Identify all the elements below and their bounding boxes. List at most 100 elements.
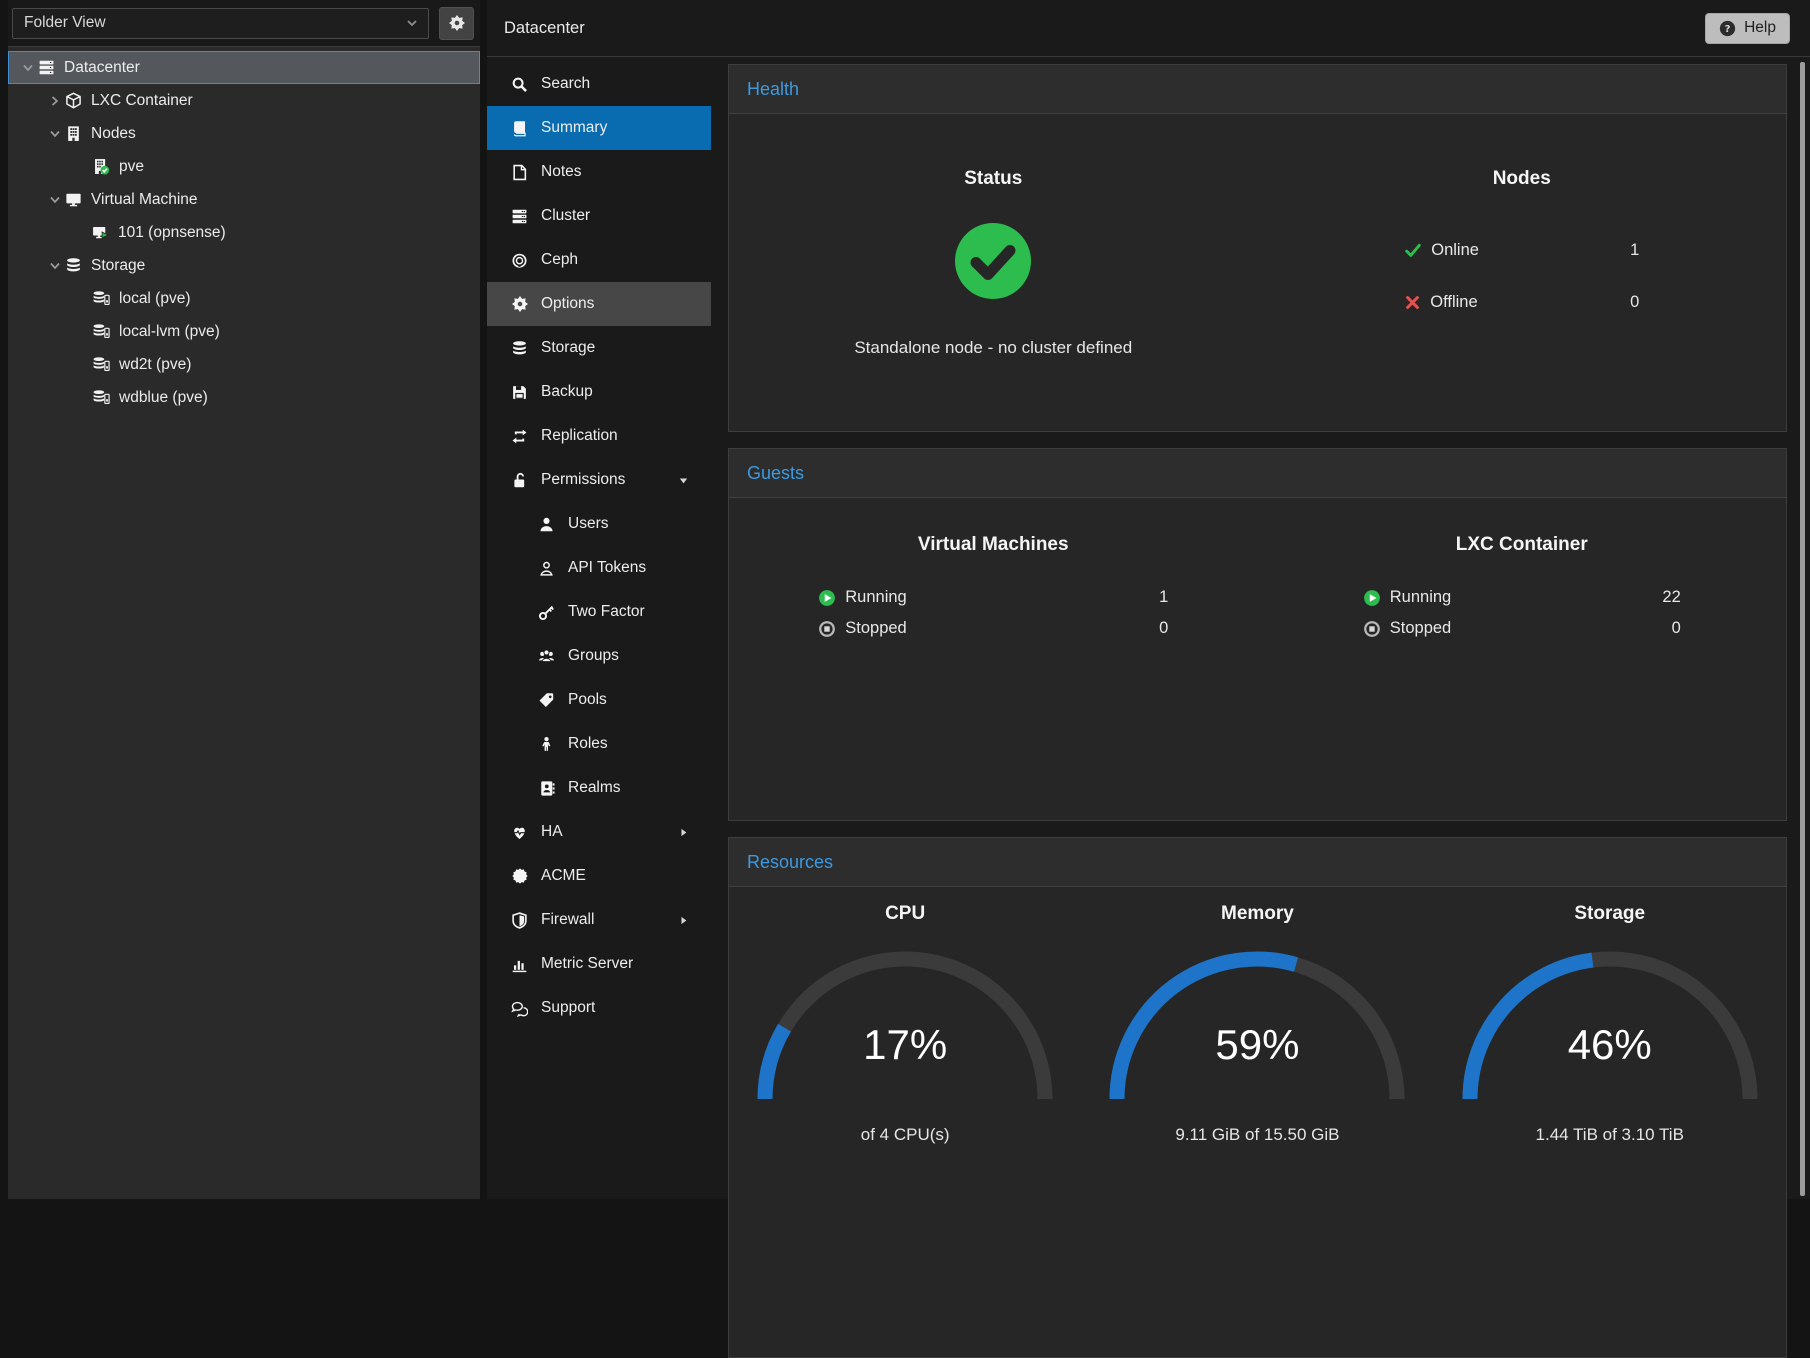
database-drive-icon [92, 290, 110, 307]
tree-item-wdblue-pve[interactable]: wdblue (pve) [8, 381, 480, 414]
nodes-heading: Nodes [1493, 168, 1551, 190]
floppy-icon [510, 384, 529, 401]
cluster-status-column: Status Standalone node - no cluster defi… [729, 114, 1258, 431]
tree-item-label: LXC Container [91, 92, 193, 110]
node-status-count: 0 [1630, 293, 1639, 312]
node-status-row: Online1 [1404, 224, 1639, 276]
key-icon [537, 604, 556, 621]
heartbeat-icon [510, 824, 529, 841]
tree-item-wd2t-pve[interactable]: wd2t (pve) [8, 348, 480, 381]
building-check-icon [92, 158, 110, 175]
guest-status-label: Stopped [845, 619, 1159, 638]
tree-item-virtual-machine[interactable]: Virtual Machine [8, 183, 480, 216]
nav-item-label: Notes [541, 163, 582, 181]
nav-item-groups[interactable]: Groups [487, 634, 711, 678]
monitor-play-icon [92, 224, 109, 241]
nav-item-summary[interactable]: Summary [487, 106, 711, 150]
tree-item-storage[interactable]: Storage [8, 249, 480, 282]
nav-item-label: Backup [541, 383, 593, 401]
guest-status-label: Running [1390, 588, 1663, 607]
nav-item-pools[interactable]: Pools [487, 678, 711, 722]
tree-item-label: pve [119, 158, 144, 176]
nav-item-support[interactable]: Support [487, 986, 711, 1030]
summary-content: Health Status Standalone node - no clust… [711, 58, 1810, 1199]
nav-item-search[interactable]: Search [487, 62, 711, 106]
gauge-heading: CPU [885, 903, 925, 925]
tree-item-local-pve[interactable]: local (pve) [8, 282, 480, 315]
tree-item-nodes[interactable]: Nodes [8, 117, 480, 150]
node-status-row: Offline0 [1404, 276, 1639, 328]
gear-icon [449, 15, 465, 31]
note-icon [510, 164, 529, 181]
guest-column-virtual-machines: Virtual Machines Running1Stopped0 [729, 498, 1258, 820]
play-circle-icon [1363, 589, 1381, 607]
guest-status-list: Running1Stopped0 [818, 582, 1168, 644]
nav-item-realms[interactable]: Realms [487, 766, 711, 810]
nav-item-ha[interactable]: HA [487, 810, 711, 854]
guest-column-heading: Virtual Machines [918, 534, 1069, 556]
gauge-heading: Memory [1221, 903, 1294, 925]
nav-item-two-factor[interactable]: Two Factor [487, 590, 711, 634]
guest-status-row: Stopped0 [1363, 613, 1681, 644]
chevron-right-icon[interactable] [45, 93, 65, 109]
person-icon [537, 736, 556, 753]
chevron-down-icon[interactable] [18, 60, 38, 76]
nav-item-label: Roles [568, 735, 608, 753]
tree-item-pve[interactable]: pve [8, 150, 480, 183]
stop-circle-icon [818, 620, 836, 638]
nav-item-storage[interactable]: Storage [487, 326, 711, 370]
user-outline-icon [537, 560, 556, 577]
tree-item-datacenter[interactable]: Datacenter [8, 51, 480, 84]
guest-status-count: 0 [1672, 619, 1681, 638]
view-mode-select[interactable]: Folder View [12, 8, 429, 39]
nav-item-label: HA [541, 823, 563, 841]
tree-item-101-opnsense[interactable]: 101 (opnsense) [8, 216, 480, 249]
gauge-detail-text: 1.44 TiB of 3.10 TiB [1536, 1125, 1684, 1145]
chevron-down-icon[interactable] [45, 258, 65, 274]
nav-item-replication[interactable]: Replication [487, 414, 711, 458]
chevron-down-icon[interactable] [45, 126, 65, 142]
resource-tree: Datacenter LXC Container Nodes pve Virtual M… [8, 46, 480, 1199]
tag-icon [537, 692, 556, 709]
database-drive-icon [92, 389, 110, 406]
guests-panel-title: Guests [747, 463, 804, 484]
nav-item-label: Replication [541, 427, 618, 445]
tree-item-label: local-lvm (pve) [119, 323, 220, 341]
nav-item-backup[interactable]: Backup [487, 370, 711, 414]
nav-item-roles[interactable]: Roles [487, 722, 711, 766]
nav-item-permissions[interactable]: Permissions [487, 458, 711, 502]
nav-item-label: Ceph [541, 251, 578, 269]
nav-item-ceph[interactable]: Ceph [487, 238, 711, 282]
nav-item-label: Groups [568, 647, 619, 665]
tree-item-label: Storage [91, 257, 145, 275]
nav-item-label: Metric Server [541, 955, 633, 973]
database-icon [510, 340, 529, 357]
nav-item-label: Summary [541, 119, 607, 137]
tree-item-lxc-container[interactable]: LXC Container [8, 84, 480, 117]
resource-gauge-storage: Storage46%1.44 TiB of 3.10 TiB [1434, 903, 1786, 1357]
gauge-percent-value: 17% [745, 1021, 1065, 1069]
nav-item-notes[interactable]: Notes [487, 150, 711, 194]
nav-item-users[interactable]: Users [487, 502, 711, 546]
nav-item-api-tokens[interactable]: API Tokens [487, 546, 711, 590]
nodes-status-list: Online1Offline0 [1404, 224, 1639, 328]
nav-item-label: Two Factor [568, 603, 645, 621]
tree-item-label: Datacenter [64, 59, 140, 77]
nav-item-metric-server[interactable]: Metric Server [487, 942, 711, 986]
chevron-down-icon [404, 15, 420, 31]
chevron-down-icon[interactable] [45, 192, 65, 208]
tree-settings-button[interactable] [439, 7, 474, 40]
vertical-scrollbar-thumb[interactable] [1800, 62, 1805, 1196]
gauge-percent-value: 59% [1097, 1021, 1417, 1069]
comments-icon [510, 1000, 529, 1017]
nav-item-acme[interactable]: ACME [487, 854, 711, 898]
guest-status-label: Running [845, 588, 1159, 607]
nav-item-firewall[interactable]: Firewall [487, 898, 711, 942]
nav-item-cluster[interactable]: Cluster [487, 194, 711, 238]
nav-item-label: ACME [541, 867, 586, 885]
tree-item-local-lvm-pve[interactable]: local-lvm (pve) [8, 315, 480, 348]
help-button[interactable]: ? Help [1705, 13, 1790, 44]
nav-item-options[interactable]: Options [487, 282, 711, 326]
chevron-down-icon [677, 474, 690, 487]
badge-icon [510, 868, 529, 884]
